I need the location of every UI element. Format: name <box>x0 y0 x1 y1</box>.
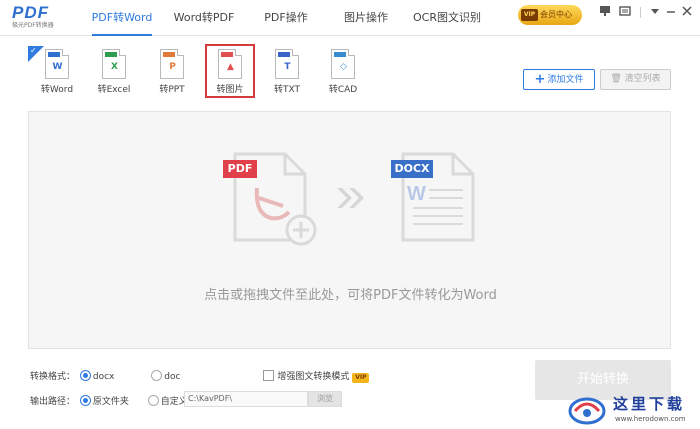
file-tag <box>48 52 60 57</box>
docx-tag: DOCX <box>394 162 430 175</box>
tool-to-ppt[interactable]: P 转PPT <box>149 46 195 96</box>
logo-subtitle: 极光PDF转换器 <box>12 22 54 29</box>
file-tag <box>221 52 233 57</box>
plus-icon: + <box>534 72 546 87</box>
tool-to-word[interactable]: W 转Word <box>34 46 80 96</box>
file-tag <box>105 52 117 57</box>
member-center-label: 会员中心 <box>540 10 572 19</box>
file-mark: P <box>169 62 176 72</box>
vip-crown-icon: VIP <box>521 9 538 21</box>
output-label: 输出路径： <box>30 397 76 407</box>
cad-file-icon: ◇ <box>331 49 355 79</box>
add-file-button[interactable]: + 添加文件 <box>523 69 595 90</box>
drop-hint-text: 点击或拖拽文件至此处，可将PDF文件转化为Word <box>204 288 497 303</box>
vip-badge: VIP <box>352 373 370 383</box>
clear-list-label: 清空列表 <box>624 74 661 84</box>
pdf-tag: PDF <box>227 162 253 175</box>
format-doc-option[interactable]: doc <box>151 370 180 382</box>
radio-original-folder[interactable] <box>79 395 91 406</box>
format-doc-label: doc <box>164 372 181 382</box>
top-bar: PDF 极光PDF转换器 PDF转Word Word转PDF PDF操作 图片操… <box>0 0 700 36</box>
radio-doc[interactable] <box>151 370 163 381</box>
image-file-icon: ▲ <box>218 49 242 79</box>
output-path-field[interactable]: C:\KavPDF\ <box>184 391 308 407</box>
tab-word-to-pdf[interactable]: Word转PDF <box>166 0 242 36</box>
format-row: 转换格式： docx doc 增强图文转换模式 VIP <box>30 369 370 383</box>
tool-to-txt[interactable]: T 转TXT <box>264 46 310 96</box>
pin-icon[interactable] <box>598 5 612 19</box>
tab-pdf-to-word[interactable]: PDF转Word <box>84 0 160 36</box>
file-mark: X <box>111 62 118 72</box>
close-icon[interactable] <box>680 5 694 19</box>
enhance-checkbox[interactable] <box>263 370 275 381</box>
svg-text:W: W <box>407 183 426 205</box>
app-logo: PDF 极光PDF转换器 <box>12 4 72 32</box>
pdf-to-docx-illustration: W <box>223 152 475 246</box>
radio-docx[interactable] <box>79 370 91 381</box>
file-drop-zone[interactable]: W PDF DOCX 点击或拖拽文件至此处，可将PDF文件转化为Word <box>28 111 671 349</box>
trash-icon: 🗑 <box>610 74 622 84</box>
output-custom-option[interactable]: 自定义 <box>147 394 188 407</box>
tool-to-image[interactable]: ▲ 转图片 <box>205 44 255 98</box>
menu-dropdown-icon[interactable] <box>648 5 662 19</box>
radio-custom[interactable] <box>147 395 159 406</box>
file-mark: ◇ <box>340 62 347 72</box>
watermark-logo-icon <box>568 397 606 425</box>
file-tag <box>278 52 290 57</box>
file-tag <box>334 52 346 57</box>
txt-file-icon: T <box>275 49 299 79</box>
member-center-button[interactable]: VIP 会员中心 <box>518 5 582 25</box>
tool-to-excel[interactable]: X 转Excel <box>91 46 137 96</box>
word-file-icon: W <box>45 49 69 79</box>
format-label: 转换格式： <box>30 372 76 382</box>
minimize-icon[interactable] <box>664 5 678 19</box>
app-window: PDF 极光PDF转换器 PDF转Word Word转PDF PDF操作 图片操… <box>0 0 700 429</box>
tool-label: 转PPT <box>159 85 185 95</box>
logo-text: PDF <box>12 3 49 22</box>
file-mark: W <box>52 62 63 72</box>
site-watermark: 这里下载 www.herodown.com <box>565 393 697 427</box>
tab-pdf-operations[interactable]: PDF操作 <box>254 0 318 36</box>
file-tag <box>163 52 175 57</box>
enhance-mode-option[interactable]: 增强图文转换模式 VIP <box>263 369 370 383</box>
tool-label: 转Word <box>40 85 74 95</box>
enhance-label: 增强图文转换模式 <box>277 372 350 382</box>
watermark-url: www.herodown.com <box>615 415 686 423</box>
file-mark: ▲ <box>227 62 234 72</box>
output-original-option[interactable]: 原文件夹 <box>79 394 129 407</box>
excel-file-icon: X <box>102 49 126 79</box>
tab-image-operations[interactable]: 图片操作 <box>334 0 398 36</box>
output-original-label: 原文件夹 <box>92 397 129 407</box>
format-docx-label: docx <box>92 372 115 382</box>
tab-ocr[interactable]: OCR图文识别 <box>410 0 484 36</box>
tool-to-cad[interactable]: ◇ 转CAD <box>320 46 366 96</box>
message-icon[interactable] <box>618 5 632 19</box>
watermark-text: 这里下载 <box>613 395 686 413</box>
control-divider <box>640 7 641 18</box>
clear-list-button[interactable]: 🗑 清空列表 <box>600 69 671 90</box>
format-docx-option[interactable]: docx <box>79 370 115 382</box>
tool-label: 转图片 <box>216 85 244 95</box>
browse-button[interactable]: 浏览 <box>308 391 342 407</box>
ppt-file-icon: P <box>160 49 184 79</box>
add-file-label: 添加文件 <box>547 75 584 85</box>
tool-label: 转CAD <box>328 85 358 95</box>
tool-label: 转TXT <box>273 85 300 95</box>
tool-label: 转Excel <box>97 85 131 95</box>
file-mark: T <box>284 62 291 72</box>
output-row: 输出路径： 原文件夹 自定义 <box>30 394 188 407</box>
